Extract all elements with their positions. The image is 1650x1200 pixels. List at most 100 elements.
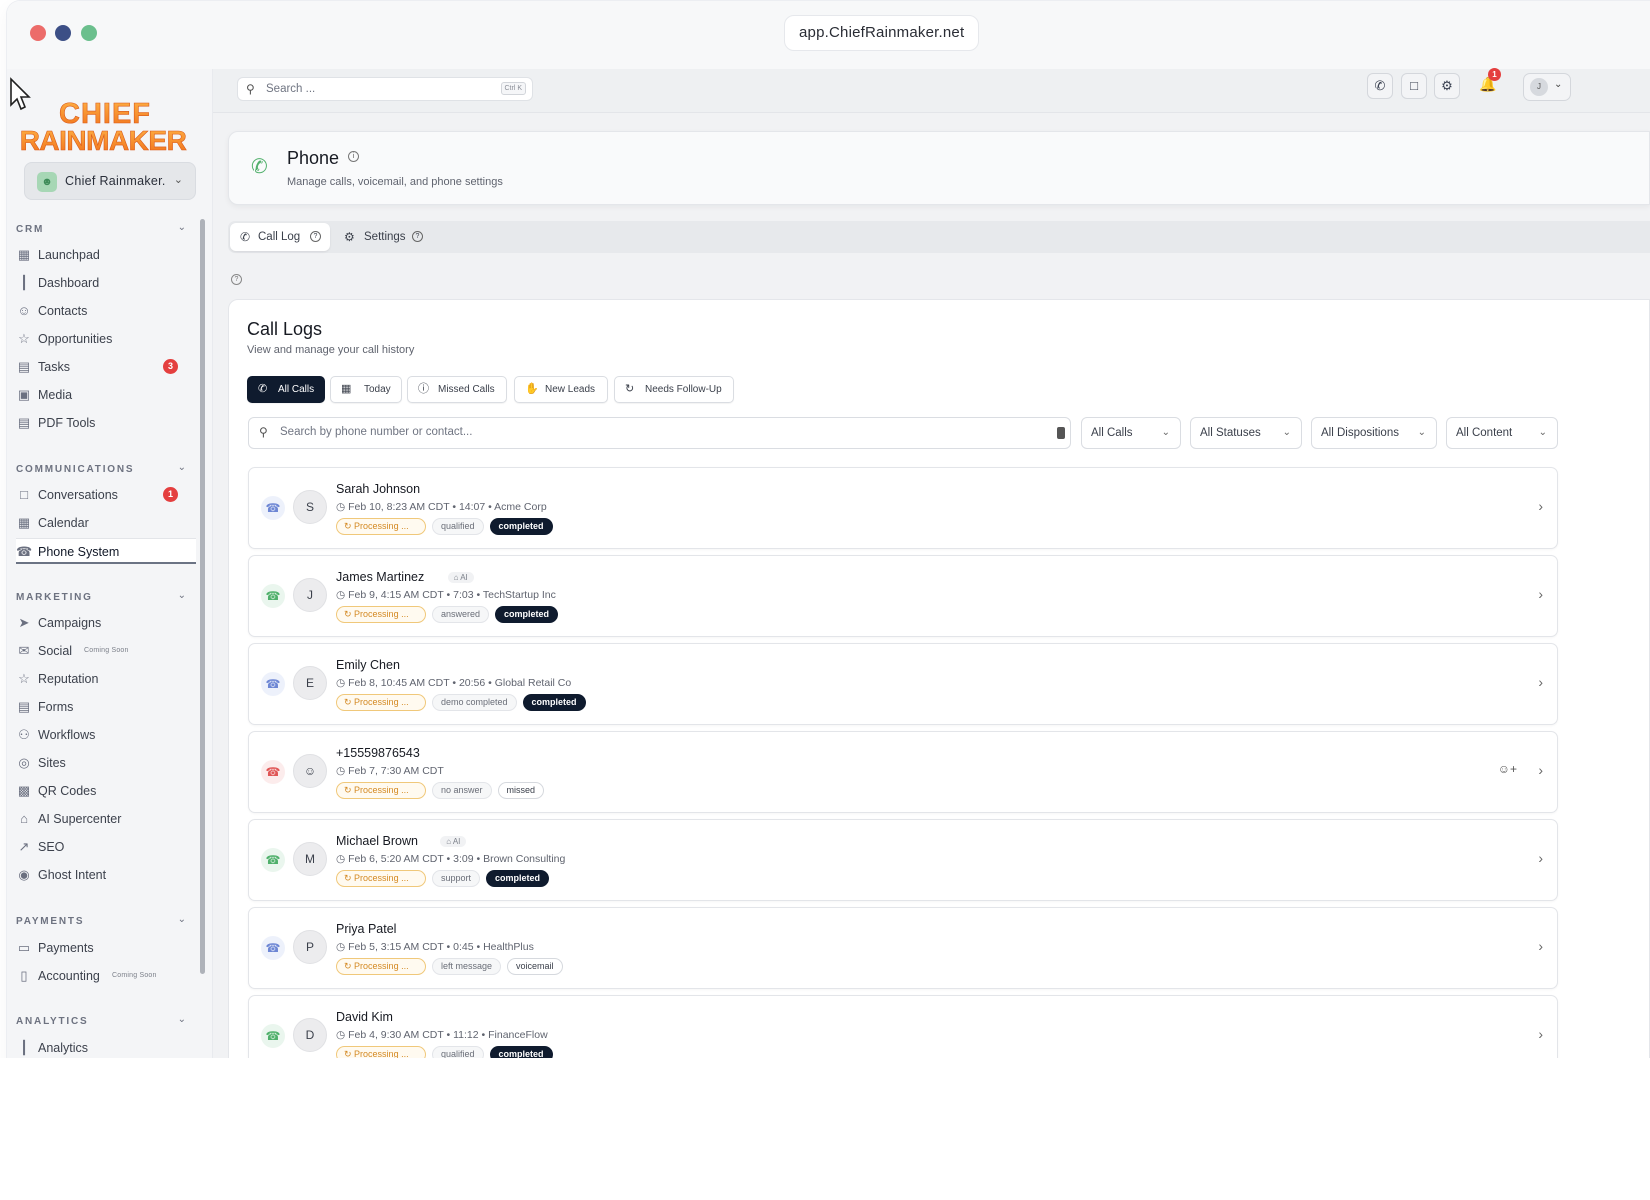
- processing-badge: ↻ Processing ...: [336, 870, 426, 887]
- filter-new-leads[interactable]: ✋ New Leads: [514, 376, 608, 403]
- sidebar-item-payments[interactable]: ▭ Payments: [16, 935, 196, 961]
- sidebar-item-reputation[interactable]: ☆ Reputation: [16, 666, 196, 692]
- chat-icon: □: [20, 487, 28, 502]
- call-meta: ◷ Feb 10, 8:23 AM CDT • 14:07 • Acme Cor…: [336, 501, 547, 513]
- select-status[interactable]: All Statuses ⌄: [1190, 417, 1302, 449]
- sidebar-item-seo[interactable]: ↗ SEO: [16, 834, 196, 860]
- sidebar-item-workflows[interactable]: ⚇ Workflows: [16, 722, 196, 748]
- page-title: Phone: [287, 148, 340, 168]
- address-bar[interactable]: app.ChiefRainmaker.net: [784, 15, 980, 51]
- sidebar-item-pdf-tools[interactable]: ▤ PDF Tools: [16, 410, 196, 436]
- call-meta-text: Feb 6, 5:20 AM CDT • 3:09 • Brown Consul…: [348, 853, 566, 865]
- ai-label: AI: [460, 573, 468, 582]
- global-search[interactable]: ⚲ Search ... Ctrl K: [237, 77, 533, 101]
- document-icon: ▤: [17, 699, 31, 714]
- chevron-down-icon: ⌄: [1282, 427, 1291, 438]
- section-header-crm[interactable]: CRM ⌄: [16, 222, 186, 235]
- close-window-button[interactable]: [30, 25, 46, 41]
- settings-button[interactable]: ⚙: [1434, 73, 1460, 99]
- chevron-down-icon: ⌄: [1417, 427, 1426, 438]
- select-value: All Calls: [1091, 427, 1133, 439]
- chevron-right-icon[interactable]: ›: [1538, 850, 1543, 866]
- select-content[interactable]: All Content ⌄: [1446, 417, 1558, 449]
- gear-icon: ⚙: [344, 230, 355, 244]
- info-icon[interactable]: i: [348, 151, 359, 162]
- add-contact-icon[interactable]: ☺+: [1498, 762, 1517, 776]
- sidebar-item-ai-supercenter[interactable]: ⌂ AI Supercenter: [16, 806, 196, 832]
- users-icon: ☺: [17, 303, 31, 318]
- avatar: J: [1530, 78, 1548, 96]
- chevron-right-icon[interactable]: ›: [1538, 586, 1543, 602]
- call-row[interactable]: ☎ M Michael Brown ⌂ AI ◷ Feb 6, 5:20 AM CDT …: [248, 819, 1558, 901]
- phone-button[interactable]: ✆: [1367, 73, 1393, 99]
- account-switcher[interactable]: ☻ Chief Rainmaker. ⌄: [24, 162, 196, 200]
- messages-button[interactable]: □: [1401, 73, 1427, 99]
- robot-icon: ⌂: [20, 811, 28, 826]
- chevron-right-icon[interactable]: ›: [1538, 1026, 1543, 1042]
- call-row[interactable]: ☎ P Priya Patel ◷ Feb 5, 3:15 AM CDT • 0:45…: [248, 907, 1558, 989]
- section-subtitle: View and manage your call history: [247, 344, 415, 356]
- microphone-icon[interactable]: [1057, 427, 1065, 439]
- minimize-window-button[interactable]: [55, 25, 71, 41]
- call-row[interactable]: ☎ S Sarah Johnson ◷ Feb 10, 8:23 AM CDT • 1…: [248, 467, 1558, 549]
- sidebar-item-social[interactable]: ✉ Social Coming Soon: [16, 638, 196, 664]
- section-header-analytics[interactable]: ANALYTICS ⌄: [16, 1014, 186, 1027]
- chevron-right-icon[interactable]: ›: [1538, 674, 1543, 690]
- filter-today[interactable]: ▦ Today: [330, 376, 402, 403]
- sidebar-item-phone-system[interactable]: ☎ Phone System: [16, 538, 196, 564]
- call-search-input[interactable]: ⚲ Search by phone number or contact...: [248, 417, 1071, 449]
- select-call-type[interactable]: All Calls ⌄: [1081, 417, 1181, 449]
- call-meta: ◷ Feb 7, 7:30 AM CDT: [336, 765, 444, 777]
- search-icon: ⚲: [259, 425, 268, 439]
- processing-badge: ↻ Processing ...: [336, 782, 426, 799]
- sidebar-item-qr-codes[interactable]: ▩ QR Codes: [16, 778, 196, 804]
- spinner-icon: ↻: [344, 697, 355, 707]
- sidebar-item-conversations[interactable]: □ Conversations 1: [16, 482, 196, 508]
- user-menu[interactable]: J ⌄: [1523, 73, 1571, 101]
- sidebar-item-tasks[interactable]: ▤ Tasks 3: [16, 354, 196, 380]
- disposition-badge: support: [432, 870, 481, 887]
- sidebar-item-campaigns[interactable]: ➤ Campaigns: [16, 610, 196, 636]
- sidebar-item-sites[interactable]: ◎ Sites: [16, 750, 196, 776]
- sidebar-item-label: PDF Tools: [38, 416, 96, 430]
- sidebar: CHIEF RAINMAKER ☻ Chief Rainmaker. ⌄ CRM…: [7, 69, 213, 1112]
- sidebar-item-forms[interactable]: ▤ Forms: [16, 694, 196, 720]
- sidebar-item-dashboard[interactable]: ┃ Dashboard: [16, 270, 196, 296]
- svg-text:RAINMAKER: RAINMAKER: [20, 125, 187, 156]
- sidebar-item-contacts[interactable]: ☺ Contacts: [16, 298, 196, 324]
- filter-all-calls[interactable]: ✆ All Calls: [247, 376, 325, 403]
- tab-call-log[interactable]: ✆ Call Log ?: [230, 223, 330, 251]
- sidebar-item-opportunities[interactable]: ☆ Opportunities: [16, 326, 196, 352]
- help-icon[interactable]: ?: [231, 274, 242, 285]
- document-icon: ▤: [17, 359, 31, 374]
- call-row[interactable]: ☎ E Emily Chen ◷ Feb 8, 10:45 AM CDT • 20:5…: [248, 643, 1558, 725]
- count-badge: 3: [163, 359, 178, 374]
- spinner-icon: ↻: [344, 873, 355, 883]
- call-row[interactable]: ☎ J James Martinez ⌂ AI ◷ Feb 9, 4:15 AM CDT…: [248, 555, 1558, 637]
- sidebar-item-accounting[interactable]: ▯ Accounting Coming Soon: [16, 963, 196, 989]
- filter-needs-follow-up[interactable]: ↻ Needs Follow-Up: [614, 376, 734, 403]
- section-header-marketing[interactable]: MARKETING ⌄: [16, 590, 186, 603]
- chevron-right-icon[interactable]: ›: [1538, 938, 1543, 954]
- sidebar-item-media[interactable]: ▣ Media: [16, 382, 196, 408]
- select-disposition[interactable]: All Dispositions ⌄: [1311, 417, 1437, 449]
- chevron-right-icon[interactable]: ›: [1538, 762, 1543, 778]
- sidebar-item-calendar[interactable]: ▦ Calendar: [16, 510, 196, 536]
- processing-badge: ↻ Processing ...: [336, 518, 426, 535]
- sidebar-item-launchpad[interactable]: ▦ Launchpad: [16, 242, 196, 268]
- maximize-window-button[interactable]: [81, 25, 97, 41]
- call-row[interactable]: ☎ ☺ +15559876543 ◷ Feb 7, 7:30 AM CDT ↻ Proc…: [248, 731, 1558, 813]
- section-header-communications[interactable]: COMMUNICATIONS ⌄: [16, 462, 186, 475]
- chevron-right-icon[interactable]: ›: [1538, 498, 1543, 514]
- filter-missed-calls[interactable]: ⓘ Missed Calls: [407, 376, 507, 403]
- section-header-payments[interactable]: PAYMENTS ⌄: [16, 914, 186, 927]
- clock-icon: ◷: [336, 765, 349, 777]
- count-badge: 1: [163, 487, 178, 502]
- tab-settings[interactable]: ⚙ Settings ?: [334, 223, 432, 251]
- sidebar-item-label: Accounting: [38, 969, 100, 983]
- sidebar-item-ghost-intent[interactable]: ◉ Ghost Intent: [16, 862, 196, 888]
- page-header: ✆ Phone i Manage calls, voicemail, and p…: [228, 131, 1650, 205]
- call-logs-card: Call Logs View and manage your call hist…: [228, 299, 1650, 1112]
- alert-circle-icon: ⓘ: [418, 383, 429, 395]
- sidebar-scrollbar[interactable]: [200, 219, 205, 974]
